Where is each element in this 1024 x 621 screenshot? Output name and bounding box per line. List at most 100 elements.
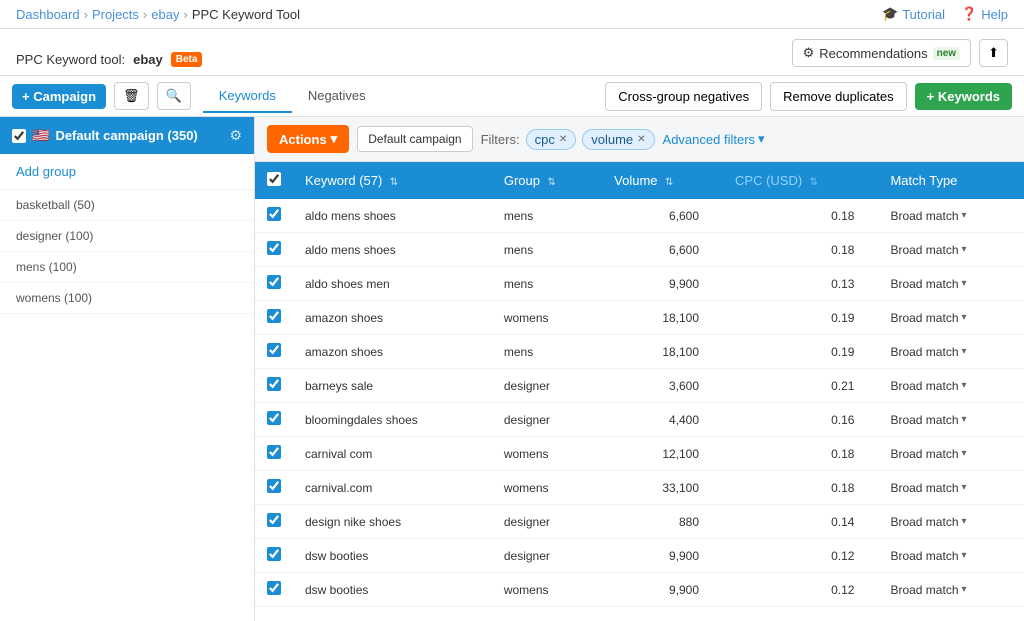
group-item-womens[interactable]: womens (100) [0,283,254,314]
group-cell: mens [492,199,602,233]
match-type-button-7[interactable]: Broad match ▾ [890,447,966,461]
cpc-cell: 0.12 [723,573,878,607]
keyword-cell: aldo mens shoes [293,233,492,267]
row-checkbox-6[interactable] [267,411,281,425]
row-checkbox-cell [255,437,293,471]
settings-icon[interactable]: ⚙ [229,127,242,144]
title-highlight: ebay [133,52,163,67]
keyword-cell: amazon shoes [293,335,492,369]
remove-duplicates-button[interactable]: Remove duplicates [770,82,907,111]
volume-cell: 3,600 [602,369,723,403]
match-type-button-0[interactable]: Broad match ▾ [890,209,966,223]
table-row: dsw booties womens 9,900 0.12 Broad matc… [255,573,1024,607]
cross-group-button[interactable]: Cross-group negatives [605,82,762,111]
sort-keyword-icon: ⇅ [390,177,398,188]
row-checkbox-7[interactable] [267,445,281,459]
add-keywords-button[interactable]: + Keywords [915,83,1012,110]
keywords-table: Keyword (57) ⇅ Group ⇅ Volume ⇅ CPC (U [255,162,1024,607]
search-icon: 🔍 [166,88,182,103]
row-checkbox-cell [255,505,293,539]
match-type-cell: Broad match ▾ [878,199,1024,233]
match-type-button-10[interactable]: Broad match ▾ [890,549,966,563]
group-cell: designer [492,403,602,437]
tabs: Keywords Negatives [203,80,606,113]
group-cell: womens [492,301,602,335]
group-item-basketball[interactable]: basketball (50) [0,190,254,221]
beta-badge: Beta [171,52,203,67]
row-checkbox-10[interactable] [267,547,281,561]
row-checkbox-0[interactable] [267,207,281,221]
tab-keywords[interactable]: Keywords [203,80,292,113]
tutorial-link[interactable]: 🎓 Tutorial [882,6,945,22]
match-type-button-5[interactable]: Broad match ▾ [890,379,966,393]
chevron-down-icon-2: ▾ [758,131,765,147]
row-checkbox-cell [255,403,293,437]
filter-volume-remove[interactable]: ✕ [637,134,645,145]
match-type-button-3[interactable]: Broad match ▾ [890,311,966,325]
filter-tag-cpc: cpc ✕ [526,129,577,150]
match-type-chevron: ▾ [962,278,967,289]
row-checkbox-2[interactable] [267,275,281,289]
row-checkbox-cell [255,233,293,267]
match-type-button-11[interactable]: Broad match ▾ [890,583,966,597]
cpc-cell: 0.18 [723,471,878,505]
table-row: dsw booties designer 9,900 0.12 Broad ma… [255,539,1024,573]
actions-bar: Actions ▾ Default campaign Filters: cpc … [255,117,1024,162]
match-type-button-4[interactable]: Broad match ▾ [890,345,966,359]
match-type-cell: Broad match ▾ [878,437,1024,471]
tab-negatives[interactable]: Negatives [292,80,382,113]
search-button[interactable]: 🔍 [157,82,191,110]
match-type-button-1[interactable]: Broad match ▾ [890,243,966,257]
cpc-column-header[interactable]: CPC (USD) ⇅ [723,162,878,199]
help-link[interactable]: ❓ Help [961,6,1008,22]
volume-cell: 4,400 [602,403,723,437]
group-cell: womens [492,471,602,505]
keyword-cell: bloomingdales shoes [293,403,492,437]
top-nav-right: 🎓 Tutorial ❓ Help [882,6,1008,22]
breadcrumb-ebay[interactable]: ebay [151,7,179,22]
breadcrumb-dashboard[interactable]: Dashboard [16,7,80,22]
breadcrumb-projects[interactable]: Projects [92,7,139,22]
keyword-cell: carnival.com [293,471,492,505]
group-cell: designer [492,369,602,403]
row-checkbox-4[interactable] [267,343,281,357]
row-checkbox-3[interactable] [267,309,281,323]
recommendations-icon: ⚙ [803,45,815,61]
group-column-header[interactable]: Group ⇅ [492,162,602,199]
group-item-mens[interactable]: mens (100) [0,252,254,283]
match-type-chevron: ▾ [962,346,967,357]
recommendations-button[interactable]: ⚙ Recommendations new [792,39,972,67]
filter-cpc-remove[interactable]: ✕ [559,134,567,145]
delete-button[interactable]: 🗑 [114,82,149,110]
row-checkbox-cell [255,471,293,505]
campaign-header[interactable]: 🇺🇸 Default campaign (350) ⚙ [0,117,254,154]
row-checkbox-8[interactable] [267,479,281,493]
match-type-button-9[interactable]: Broad match ▾ [890,515,966,529]
actions-button[interactable]: Actions ▾ [267,125,349,153]
export-icon: ⬆ [988,45,999,60]
row-checkbox-1[interactable] [267,241,281,255]
row-checkbox-cell [255,267,293,301]
row-checkbox-11[interactable] [267,581,281,595]
match-type-button-8[interactable]: Broad match ▾ [890,481,966,495]
volume-column-header[interactable]: Volume ⇅ [602,162,723,199]
row-checkbox-5[interactable] [267,377,281,391]
row-checkbox-9[interactable] [267,513,281,527]
match-type-button-2[interactable]: Broad match ▾ [890,277,966,291]
match-type-button-6[interactable]: Broad match ▾ [890,413,966,427]
keyword-column-header[interactable]: Keyword (57) ⇅ [293,162,492,199]
group-item-designer[interactable]: designer (100) [0,221,254,252]
select-all-checkbox[interactable] [267,172,281,186]
group-cell: womens [492,437,602,471]
cpc-cell: 0.21 [723,369,878,403]
match-type-chevron: ▾ [962,244,967,255]
campaign-checkbox[interactable] [12,129,26,143]
row-checkbox-cell [255,573,293,607]
main-layout: 🇺🇸 Default campaign (350) ⚙ Add group ba… [0,117,1024,621]
keyword-cell: carnival com [293,437,492,471]
add-campaign-button[interactable]: + Campaign [12,84,106,109]
export-button[interactable]: ⬆ [979,39,1008,67]
table-row: barneys sale designer 3,600 0.21 Broad m… [255,369,1024,403]
advanced-filters-button[interactable]: Advanced filters ▾ [663,131,765,147]
add-group-link[interactable]: Add group [0,154,254,190]
